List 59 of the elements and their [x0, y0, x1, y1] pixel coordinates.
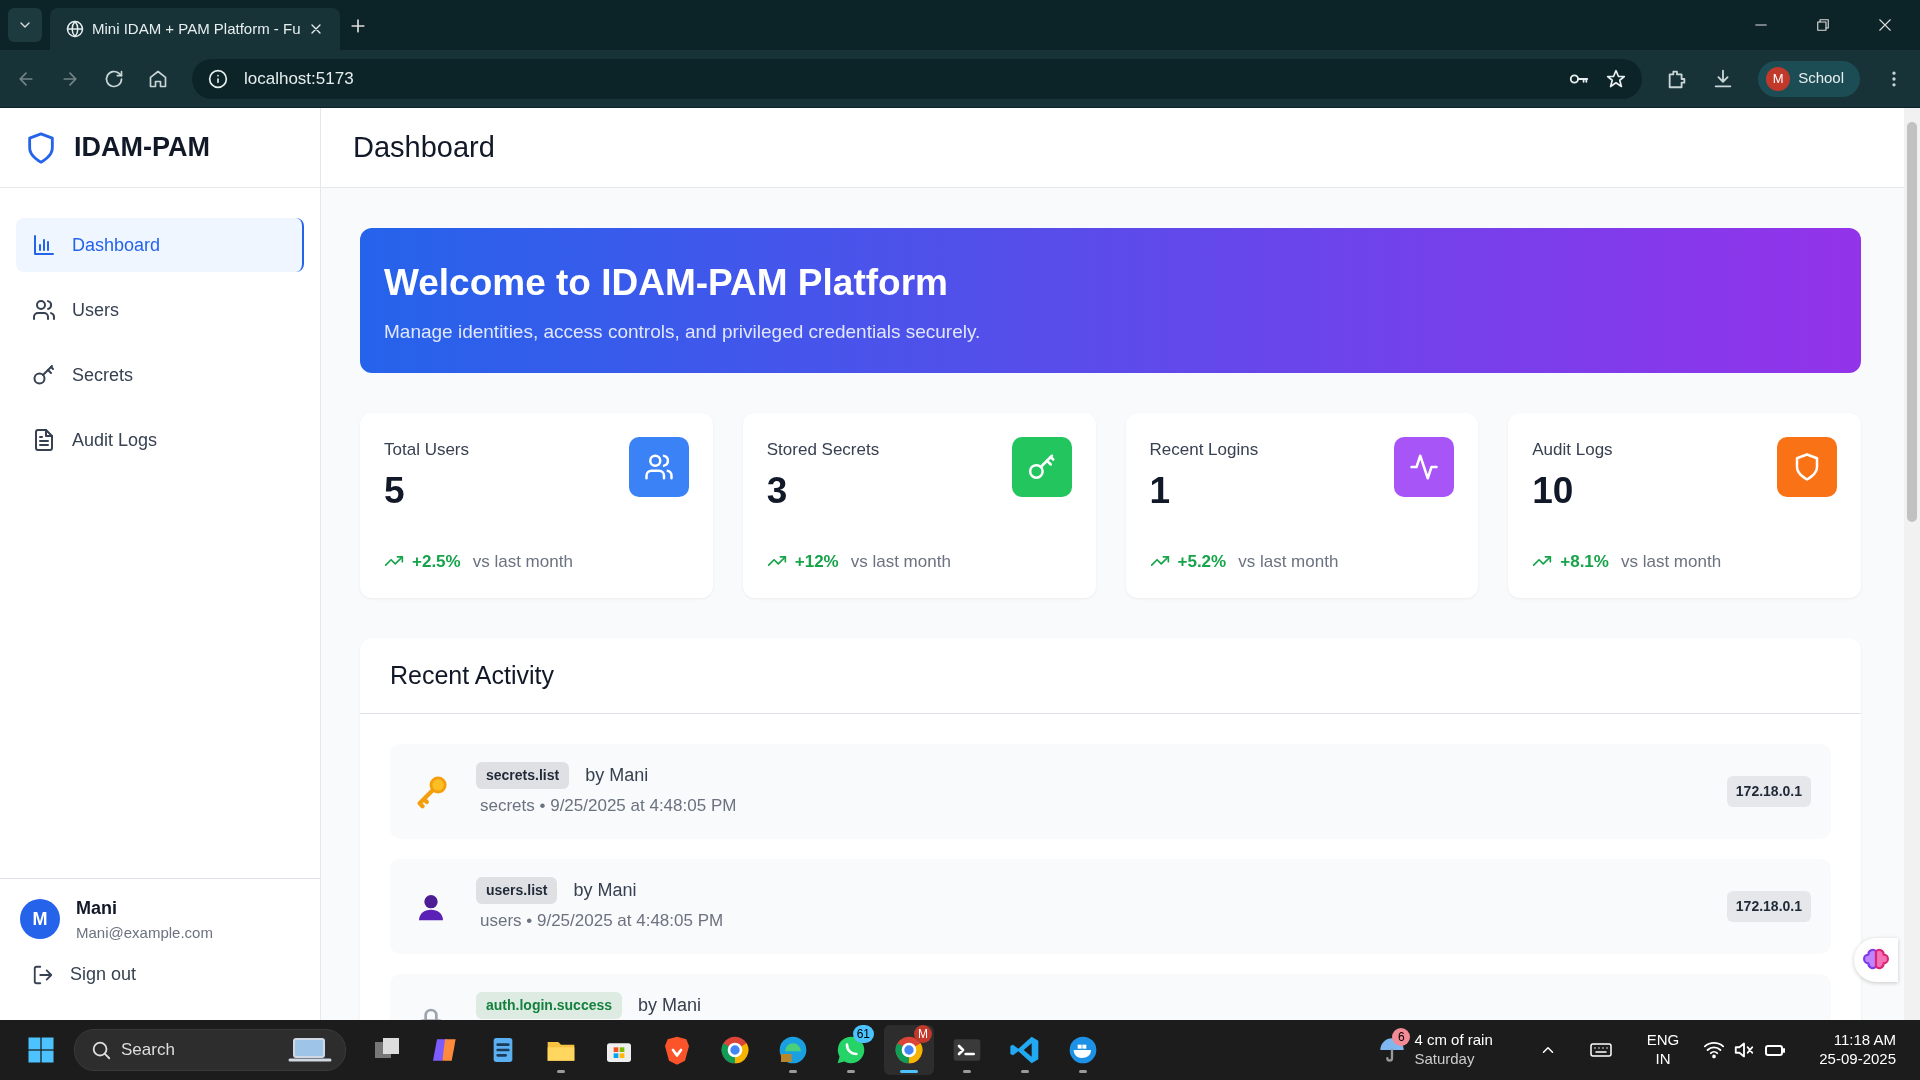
user-avatar: M — [20, 899, 60, 940]
sign-out-button[interactable]: Sign out — [16, 960, 153, 1004]
stat-label: Stored Secrets — [766, 439, 880, 461]
stat-label: Total Users — [384, 439, 470, 461]
activity-detail: users • 9/25/2025 at 4:48:05 PM — [480, 910, 725, 932]
address-bar[interactable]: localhost:5173 — [192, 58, 1643, 99]
stat-label: Audit Logs — [1532, 439, 1613, 461]
activity-detail: secrets • 9/25/2025 at 4:48:05 PM — [480, 795, 738, 817]
action-tag: auth.login.success — [476, 992, 623, 1019]
stat-change: +8.1% — [1560, 550, 1609, 573]
taskbar-app[interactable]: 61 — [826, 1025, 876, 1075]
ip-address: 172.18.0.1 — [1726, 891, 1811, 922]
notification-badge: M — [914, 1025, 932, 1043]
actor-text: by Mani — [585, 764, 649, 787]
stat-value: 10 — [1532, 468, 1575, 513]
weather-widget[interactable]: 6 4 cm of rain Saturday — [1378, 1031, 1493, 1069]
profile-label: School — [1798, 68, 1845, 89]
avatar-initial: M — [1766, 66, 1791, 91]
actor-text: by Mani — [573, 879, 637, 902]
language-text[interactable]: ENG — [1646, 1031, 1680, 1050]
profile-button[interactable]: M School — [1758, 60, 1860, 97]
actor-text: by Mani — [638, 994, 702, 1017]
stat-change: +5.2% — [1177, 550, 1227, 573]
banner-title: Welcome to IDAM-PAM Platform — [384, 260, 949, 305]
banner-subtitle: Manage identities, access controls, and privileged credentials securely. — [384, 320, 982, 344]
stat-change: +2.5% — [412, 550, 461, 573]
stat-value: 5 — [384, 468, 406, 513]
sidebar-nav-item[interactable]: Users — [16, 283, 304, 337]
stat-value: 3 — [766, 468, 789, 513]
ip-address: 172.18.0.1 — [1726, 776, 1811, 807]
weather-badge: 6 — [1392, 1028, 1411, 1047]
stat-label: Recent Logins — [1149, 439, 1259, 461]
url-text: localhost:5173 — [244, 67, 355, 90]
region-text[interactable]: IN — [1655, 1050, 1671, 1069]
taskbar-app[interactable]: M — [884, 1025, 934, 1075]
action-tag: users.list — [476, 877, 558, 904]
stat-note: vs last month — [1620, 550, 1722, 573]
stat-note: vs last month — [850, 550, 951, 573]
section-title: Recent Activity — [390, 659, 554, 691]
sidebar-nav-item[interactable]: Dashboard — [16, 218, 304, 272]
taskbar-search-field[interactable]: Search — [74, 1029, 346, 1071]
stat-change: +12% — [794, 550, 839, 573]
clock-time[interactable]: 11:18 AM — [1833, 1031, 1896, 1050]
brand-name: IDAM-PAM — [74, 131, 210, 165]
user-name: Mani — [76, 896, 118, 920]
page-title: Dashboard — [352, 129, 495, 165]
browser-tab[interactable]: Mini IDAM + PAM Platform - Fu — [50, 8, 340, 50]
user-email: Mani@example.com — [76, 922, 213, 943]
stat-value: 1 — [1149, 468, 1172, 513]
weather-day: Saturday — [1414, 1050, 1493, 1069]
clock-date[interactable]: 25-09-2025 — [1819, 1050, 1896, 1069]
weather-text: 4 cm of rain — [1414, 1031, 1493, 1050]
notification-badge: 61 — [852, 1025, 874, 1043]
stat-note: vs last month — [1238, 550, 1339, 573]
sidebar-nav-item[interactable]: Secrets — [16, 348, 304, 402]
sidebar-nav-item[interactable]: Audit Logs — [16, 413, 304, 467]
stat-note: vs last month — [472, 550, 573, 573]
action-tag: secrets.list — [476, 762, 570, 789]
tab-title: Mini IDAM + PAM Platform - Fu — [91, 18, 301, 39]
